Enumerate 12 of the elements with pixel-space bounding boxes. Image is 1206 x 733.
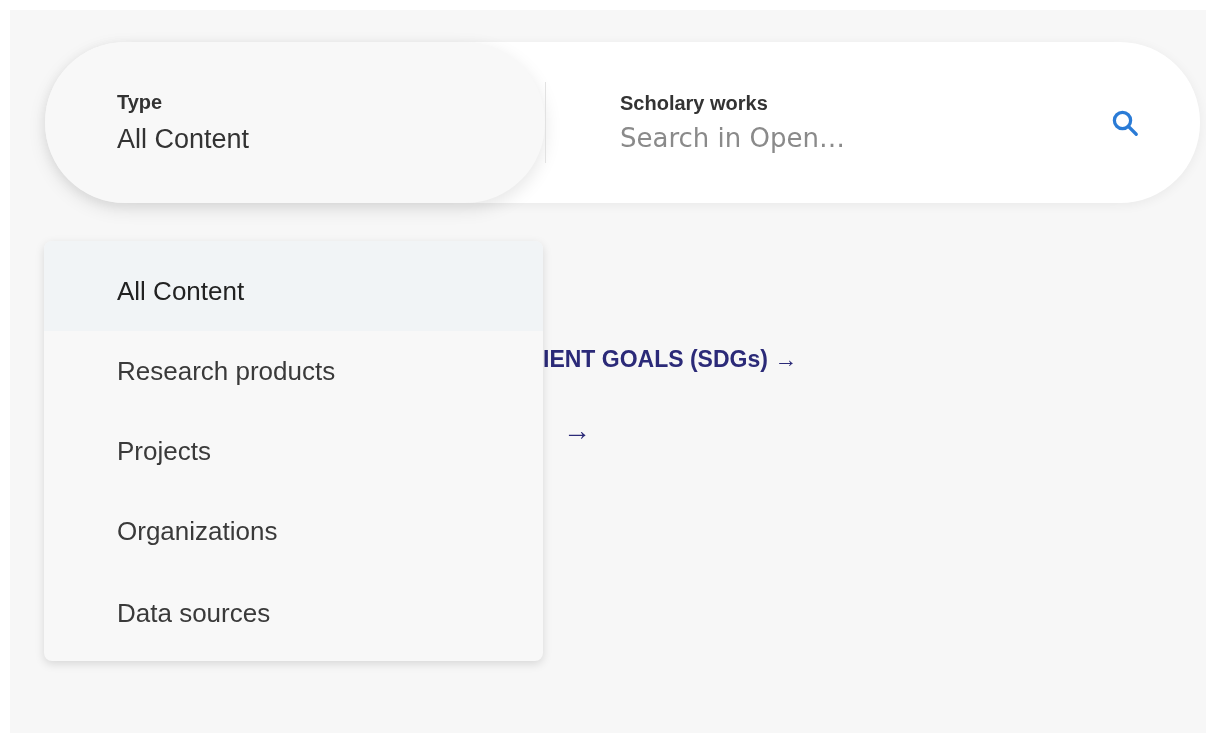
menu-item[interactable]: Organizations — [44, 491, 543, 571]
page-link[interactable]: → — [563, 415, 591, 447]
search-field[interactable]: Search in Open… — [620, 123, 920, 153]
type-label: Type — [117, 90, 163, 114]
page-link[interactable]: IENT GOALS (SDGs) → — [543, 346, 798, 373]
menu-item[interactable]: Data sources — [44, 571, 543, 661]
query-label: Scholary works — [620, 92, 769, 115]
menu-item[interactable]: All Content — [44, 241, 543, 331]
type-value: All Content — [117, 123, 250, 155]
type-selector[interactable]: Type All Content — [45, 42, 545, 203]
menu-item[interactable]: Projects — [44, 411, 543, 491]
menu-item[interactable]: Research products — [44, 331, 543, 411]
